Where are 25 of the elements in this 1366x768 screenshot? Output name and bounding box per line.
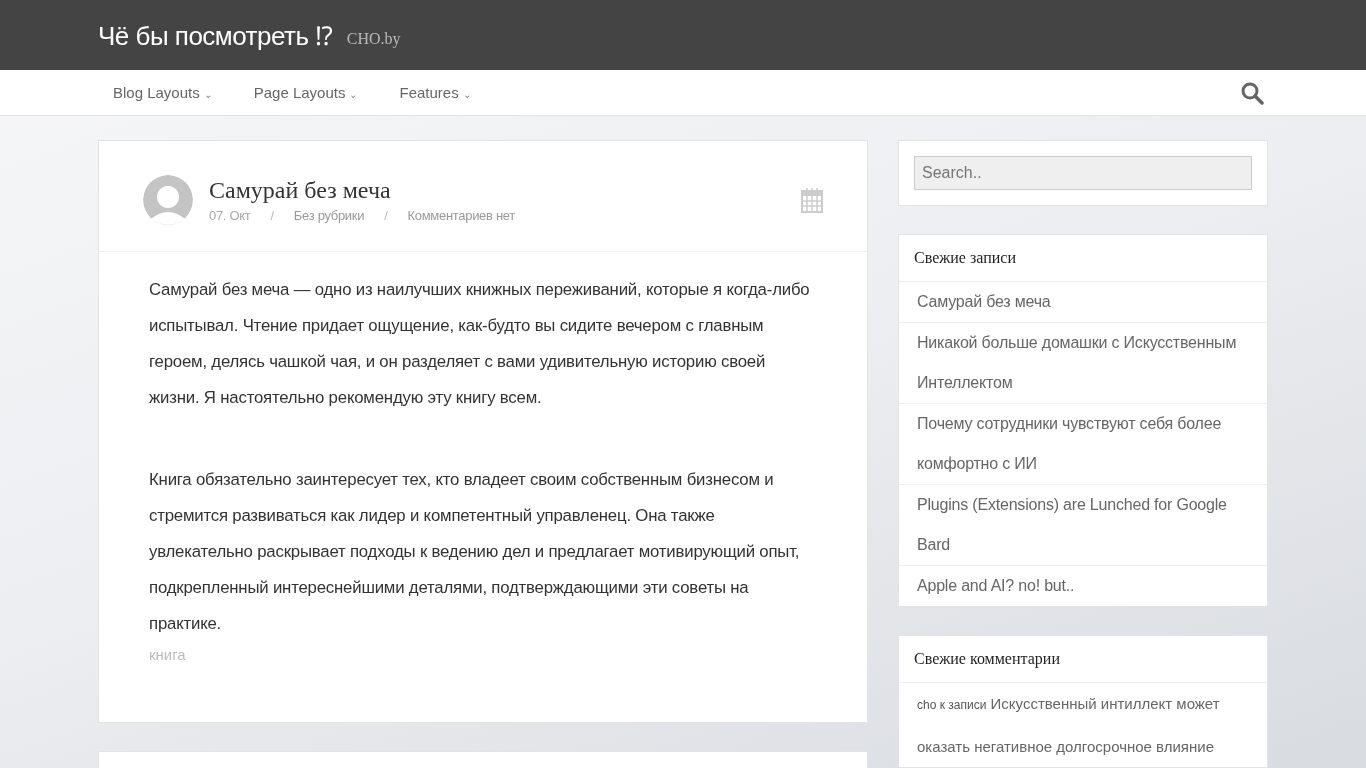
recent-comment: cho к записи Искусственный интиллект может оказать негативное долгосрочное влияние [916, 694, 1221, 757]
recent-post-link[interactable]: Почему сотрудники чувствуют себя более комфортно с ИИ [899, 404, 1267, 485]
search-field[interactable]: Search.. [914, 156, 1252, 190]
site-tagline: CHO.by [346, 30, 401, 48]
meta-separator: / [384, 208, 388, 223]
recent-post-link[interactable]: Никакой больше домашки с Искусственным Интеллектом [899, 323, 1267, 404]
post-date: 07. Окт [209, 208, 251, 223]
widget-title: Свежие записи [899, 235, 1267, 282]
recent-post-link[interactable]: Plugins (Extensions) are Lunched for Google Bard [899, 485, 1267, 566]
avatar-icon [143, 175, 193, 225]
nav-menu-item[interactable]: Blog Layouts ⌄ [98, 84, 227, 101]
widget-title: Свежие комментарии [899, 636, 1267, 683]
recent-post-link[interactable]: Apple and AI? no! but.. [899, 566, 1267, 606]
meta-link[interactable]: Комментариев нет [407, 208, 515, 223]
site-title[interactable]: Чё бы посмотреть ⁉ [98, 17, 333, 53]
nav-menu-item[interactable]: Features ⌄ [384, 84, 486, 101]
recent-post-link[interactable]: Самурай без меча [899, 282, 1267, 323]
meta-separator: / [270, 208, 274, 223]
post-title[interactable]: Самурай без меча [209, 177, 515, 204]
post-paragraph: Книга обязательно заинтересует тех, кто владеет своим собственным бизнесом и стремится развиваться как лидер и компетентный управленец. Она также увлекательно раскрывает подходы к ведению дел и предлагает мотивирующий опыт, подкрепленный интереснейшими деталями, подтверждающими эти советы на практике. [149, 469, 801, 635]
search-icon[interactable] [1240, 80, 1264, 105]
meta-link[interactable]: Без рубрики [293, 208, 365, 223]
calendar-icon [801, 187, 823, 213]
nav-menu-item[interactable]: Page Layouts ⌄ [238, 84, 373, 101]
post-paragraph: Самурай без меча — одно из наилучших книжных переживаний, которые я когда-либо испытывал. Чтение придает ощущение, как-будто вы сидите вечером с главным героем, делясь чашкой чая, и он разделяет с вами удивительную историю своей жизни. Я настоятельно рекомендую эту книгу всем. [149, 279, 811, 409]
